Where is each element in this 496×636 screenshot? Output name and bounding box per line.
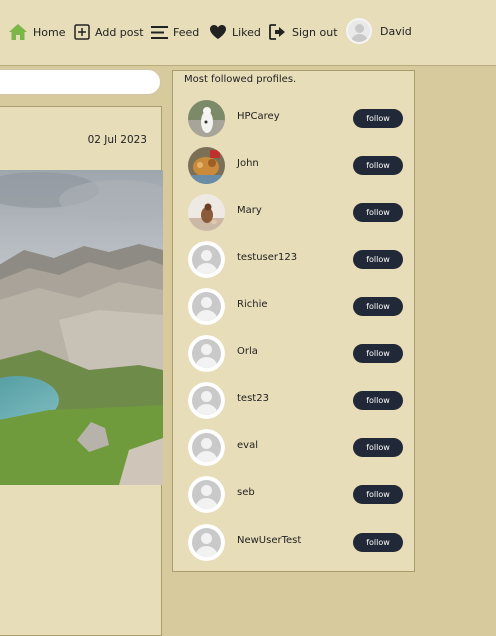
profile-avatar-default[interactable] — [188, 241, 225, 278]
follow-button[interactable]: follow — [353, 297, 403, 316]
default-user-icon — [188, 241, 225, 278]
profile-row: eval follow — [173, 427, 416, 467]
profile-name[interactable]: testuser123 — [237, 252, 297, 263]
profile-row: John follow — [173, 145, 416, 185]
profile-row: NewUserTest follow — [173, 522, 416, 562]
panel-title: Most followed profiles. — [184, 74, 297, 85]
profile-row: test23 follow — [173, 380, 416, 420]
follow-button[interactable]: follow — [353, 109, 403, 128]
profile-name[interactable]: John — [237, 158, 259, 169]
profile-avatar-default[interactable] — [188, 382, 225, 419]
profile-name[interactable]: eval — [237, 440, 258, 451]
profile-avatar-photo[interactable] — [188, 194, 225, 231]
sign-out-icon — [269, 24, 287, 40]
profile-row: testuser123 follow — [173, 239, 416, 279]
most-followed-profiles-panel: Most followed profiles. HPCarey follow J… — [172, 70, 415, 572]
profile-row: Mary follow — [173, 192, 416, 232]
avatar — [346, 18, 372, 44]
follow-button[interactable]: follow — [353, 344, 403, 363]
profile-row: Richie follow — [173, 286, 416, 326]
default-user-icon — [188, 335, 225, 372]
nav-add-post-label: Add post — [95, 25, 144, 39]
default-user-icon — [188, 288, 225, 325]
default-user-icon — [188, 524, 225, 561]
profile-name[interactable]: Mary — [237, 205, 262, 216]
follow-button[interactable]: follow — [353, 156, 403, 175]
profile-row: seb follow — [173, 474, 416, 514]
navbar: Home Add post Feed Liked Sign out David — [0, 0, 496, 66]
nav-liked-label: Liked — [232, 25, 261, 39]
profile-row: HPCarey follow — [173, 98, 416, 138]
profile-name[interactable]: NewUserTest — [237, 535, 301, 546]
profile-avatar-default[interactable] — [188, 429, 225, 466]
default-user-icon — [188, 382, 225, 419]
default-user-icon — [188, 476, 225, 513]
default-user-icon — [188, 429, 225, 466]
add-post-icon — [74, 24, 90, 40]
nav-sign-out[interactable]: Sign out — [269, 20, 338, 44]
profile-avatar-photo[interactable] — [188, 100, 225, 137]
feed-icon — [151, 25, 168, 40]
profile-avatar-default[interactable] — [188, 288, 225, 325]
post-date: 02 Jul 2023 — [87, 134, 147, 146]
profile-row: Orla follow — [173, 333, 416, 373]
follow-button[interactable]: follow — [353, 485, 403, 504]
profile-avatar-default[interactable] — [188, 524, 225, 561]
profile-name[interactable]: seb — [237, 487, 255, 498]
profile-name[interactable]: Richie — [237, 299, 268, 310]
follow-button[interactable]: follow — [353, 391, 403, 410]
post-image[interactable] — [0, 170, 163, 485]
profile-name[interactable]: test23 — [237, 393, 269, 404]
nav-profile[interactable]: David — [346, 18, 412, 44]
profile-avatar-default[interactable] — [188, 335, 225, 372]
nav-feed[interactable]: Feed — [151, 20, 199, 44]
profile-avatar-photo[interactable] — [188, 147, 225, 184]
profile-name[interactable]: HPCarey — [237, 111, 280, 122]
follow-button[interactable]: follow — [353, 533, 403, 552]
follow-button[interactable]: follow — [353, 438, 403, 457]
nav-user-name: David — [380, 24, 412, 38]
follow-button[interactable]: follow — [353, 250, 403, 269]
follow-button[interactable]: follow — [353, 203, 403, 222]
nav-home[interactable]: Home — [8, 20, 65, 44]
nav-liked[interactable]: Liked — [209, 20, 261, 44]
home-icon — [8, 23, 28, 41]
nav-sign-out-label: Sign out — [292, 25, 338, 39]
search-input[interactable] — [0, 69, 161, 95]
nav-add-post[interactable]: Add post — [74, 20, 144, 44]
post-card: 02 Jul 2023 — [0, 106, 163, 636]
heart-icon — [209, 24, 227, 40]
profile-avatar-default[interactable] — [188, 476, 225, 513]
profile-name[interactable]: Orla — [237, 346, 258, 357]
nav-feed-label: Feed — [173, 25, 200, 39]
nav-home-label: Home — [33, 25, 66, 39]
